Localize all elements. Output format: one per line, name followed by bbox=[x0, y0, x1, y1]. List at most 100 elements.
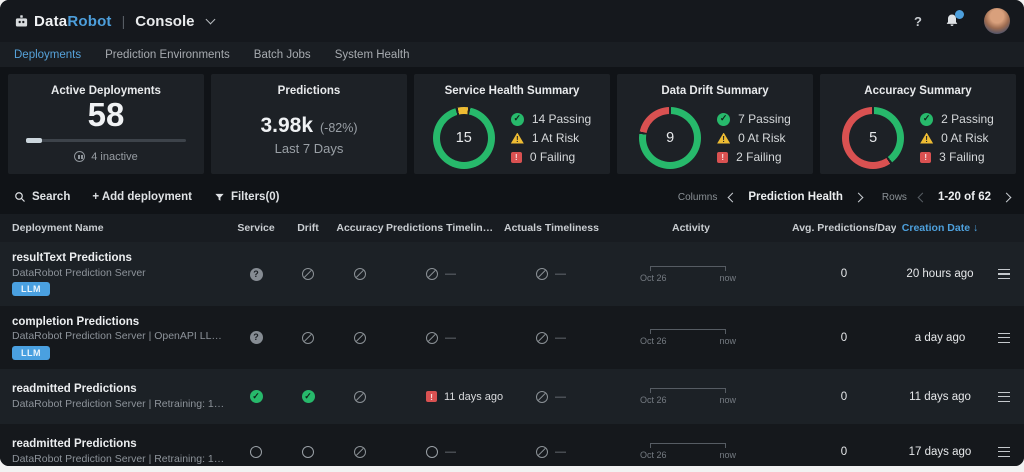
service-status-icon bbox=[250, 268, 263, 281]
card-title: Accuracy Summary bbox=[820, 85, 1016, 97]
actuals-timeliness-icon bbox=[536, 391, 548, 403]
inactive-pause-icon bbox=[74, 151, 85, 162]
predictions-count: 3.98k bbox=[260, 114, 313, 138]
header-avg-predictions[interactable]: Avg. Predictions/Day bbox=[792, 222, 896, 234]
passing-icon bbox=[717, 113, 730, 126]
predictions-timeliness-icon bbox=[426, 268, 438, 280]
service-health-summary-card: Service Health Summary 15 14 Passing 1 A… bbox=[414, 74, 610, 174]
user-avatar[interactable] bbox=[984, 8, 1010, 34]
columns-prev-icon[interactable] bbox=[728, 192, 738, 202]
header-activity[interactable]: Activity bbox=[632, 222, 792, 234]
passing-icon bbox=[920, 113, 933, 126]
datarobot-console-window: DataRobot | Console ? Deployments Predic… bbox=[0, 0, 1024, 466]
table-toolbar: Search + Add deployment Filters(0) Colum… bbox=[0, 180, 1024, 214]
at-risk-icon bbox=[511, 133, 524, 144]
legend-label: 7 Passing bbox=[738, 112, 791, 126]
tab-deployments[interactable]: Deployments bbox=[14, 49, 81, 61]
row-menu-icon[interactable] bbox=[998, 392, 1010, 402]
console-app-switcher[interactable]: Console bbox=[135, 13, 214, 30]
header-accuracy[interactable]: Accuracy bbox=[334, 222, 386, 234]
avg-predictions-value: 0 bbox=[792, 446, 896, 458]
service-status-icon bbox=[250, 446, 262, 458]
legend-label: 1 At Risk bbox=[532, 131, 579, 145]
predictions-timeliness-icon bbox=[426, 446, 438, 458]
activity-sparkline: Oct 26now bbox=[640, 329, 736, 346]
inactive-count: 4 inactive bbox=[91, 151, 137, 163]
avg-predictions-value: 0 bbox=[792, 391, 896, 403]
header-deployment-name[interactable]: Deployment Name bbox=[0, 222, 230, 234]
header-service[interactable]: Service bbox=[230, 222, 282, 234]
add-deployment-button[interactable]: + Add deployment bbox=[92, 191, 192, 203]
avg-predictions-value: 0 bbox=[792, 332, 896, 344]
table-header: Deployment Name Service Drift Accuracy P… bbox=[0, 214, 1024, 242]
divider: | bbox=[122, 13, 126, 29]
avg-predictions-value: 0 bbox=[792, 268, 896, 280]
deployment-name-cell[interactable]: completion Predictions DataRobot Predict… bbox=[0, 316, 230, 360]
header-creation-date[interactable]: Creation Date ↓ bbox=[896, 222, 984, 234]
activity-sparkline: Oct 26now bbox=[640, 266, 736, 283]
card-title: Service Health Summary bbox=[414, 85, 610, 97]
legend-label: 3 Failing bbox=[939, 150, 984, 164]
header-predictions-timeliness[interactable]: Predictions Timelin… bbox=[386, 222, 492, 234]
creation-date-value: 11 days ago bbox=[896, 391, 984, 403]
datarobot-logo[interactable]: DataRobot bbox=[14, 13, 112, 30]
actuals-timeliness-icon bbox=[536, 268, 548, 280]
deployment-name-cell[interactable]: readmitted Predictions DataRobot Predict… bbox=[0, 438, 230, 465]
tab-system-health[interactable]: System Health bbox=[335, 49, 410, 61]
table-row[interactable]: resultText Predictions DataRobot Predict… bbox=[0, 242, 1024, 306]
robot-icon bbox=[14, 14, 29, 29]
drift-status-icon bbox=[302, 332, 314, 344]
sort-desc-icon: ↓ bbox=[973, 222, 978, 234]
header-drift[interactable]: Drift bbox=[282, 222, 334, 234]
columns-preset[interactable]: Prediction Health bbox=[748, 191, 843, 203]
creation-date-value: 20 hours ago bbox=[896, 268, 984, 280]
predictions-card: Predictions 3.98k (-82%) Last 7 Days bbox=[211, 74, 407, 174]
tab-batch-jobs[interactable]: Batch Jobs bbox=[254, 49, 311, 61]
row-menu-icon[interactable] bbox=[998, 447, 1010, 457]
help-button[interactable]: ? bbox=[914, 14, 922, 29]
creation-date-value: 17 days ago bbox=[896, 446, 984, 458]
filter-funnel-icon bbox=[214, 192, 225, 203]
row-menu-icon[interactable] bbox=[998, 269, 1010, 279]
accuracy-status-icon bbox=[354, 268, 366, 280]
columns-next-icon[interactable] bbox=[853, 192, 863, 202]
table-row[interactable]: readmitted Predictions DataRobot Predict… bbox=[0, 369, 1024, 424]
drift-status-icon bbox=[302, 446, 314, 458]
actuals-timeliness-icon bbox=[536, 446, 548, 458]
console-nav: Deployments Prediction Environments Batc… bbox=[0, 42, 1024, 68]
data-drift-donut-chart: 9 bbox=[639, 107, 701, 169]
card-title: Predictions bbox=[211, 85, 407, 97]
accuracy-donut-chart: 5 bbox=[842, 107, 904, 169]
accuracy-status-icon bbox=[354, 332, 366, 344]
deployment-name-cell[interactable]: resultText Predictions DataRobot Predict… bbox=[0, 252, 230, 296]
active-deployments-card: Active Deployments 58 4 inactive bbox=[8, 74, 204, 174]
legend-label: 14 Passing bbox=[532, 112, 591, 126]
filters-button[interactable]: Filters(0) bbox=[214, 191, 280, 203]
table-row[interactable]: readmitted Predictions DataRobot Predict… bbox=[0, 424, 1024, 466]
drift-status-icon bbox=[302, 390, 315, 403]
search-button[interactable]: Search bbox=[14, 191, 70, 203]
service-status-icon bbox=[250, 390, 263, 403]
row-menu-icon[interactable] bbox=[998, 333, 1010, 343]
rows-prev-icon[interactable] bbox=[917, 192, 927, 202]
drift-status-icon bbox=[302, 268, 314, 280]
service-status-icon bbox=[250, 331, 263, 344]
rows-next-icon[interactable] bbox=[1002, 192, 1012, 202]
legend-label: 0 At Risk bbox=[941, 131, 988, 145]
header-actuals-timeliness[interactable]: Actuals Timeliness bbox=[492, 222, 632, 234]
table-row[interactable]: completion Predictions DataRobot Predict… bbox=[0, 306, 1024, 369]
llm-badge: LLM bbox=[12, 346, 50, 360]
legend-label: 0 At Risk bbox=[738, 131, 785, 145]
notifications-bell-icon[interactable] bbox=[944, 12, 962, 30]
predictions-timeliness-icon bbox=[426, 332, 438, 344]
card-title: Data Drift Summary bbox=[617, 85, 813, 97]
top-bar: DataRobot | Console ? bbox=[0, 0, 1024, 42]
tab-prediction-environments[interactable]: Prediction Environments bbox=[105, 49, 230, 61]
chevron-down-icon bbox=[206, 15, 216, 25]
service-health-donut-chart: 15 bbox=[433, 107, 495, 169]
rows-label: Rows bbox=[882, 192, 907, 203]
predictions-delta: (-82%) bbox=[320, 121, 358, 135]
deployment-name-cell[interactable]: readmitted Predictions DataRobot Predict… bbox=[0, 383, 230, 410]
summary-cards: Active Deployments 58 4 inactive Predict… bbox=[0, 68, 1024, 180]
creation-date-value: a day ago bbox=[896, 332, 984, 344]
